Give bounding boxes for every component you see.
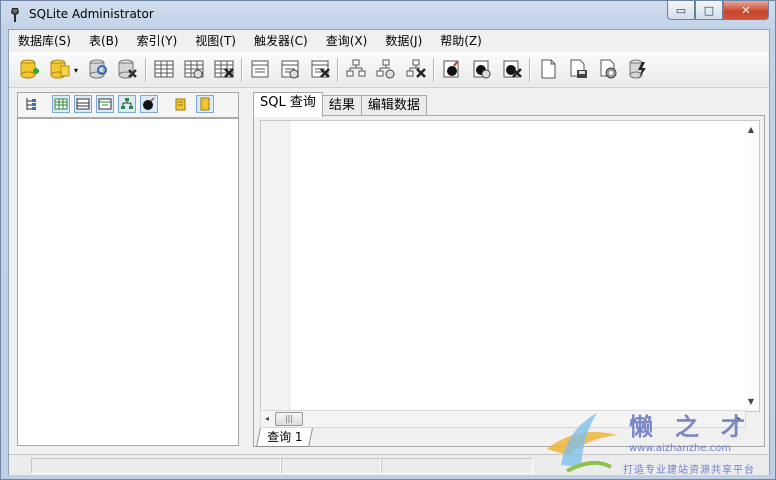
toolbar-separator — [529, 58, 531, 82]
maximize-icon: □ — [703, 3, 715, 17]
scroll-thumb[interactable]: ||| — [275, 412, 303, 426]
tab-results[interactable]: 结果 — [321, 95, 362, 116]
menu-table[interactable]: 表(B) — [80, 31, 128, 51]
hierarchy-icon[interactable] — [118, 95, 136, 113]
table-icon[interactable] — [151, 56, 177, 82]
table-grid-icon[interactable] — [52, 95, 70, 113]
scroll-up-icon[interactable]: ▲ — [743, 123, 759, 137]
settings-icon[interactable] — [595, 56, 621, 82]
trigger-edit-icon[interactable] — [469, 56, 495, 82]
status-panel-2 — [281, 458, 381, 474]
scroll-left-icon[interactable]: ◂ — [261, 412, 273, 426]
menu-query[interactable]: 查询(X) — [317, 31, 377, 51]
title-bar[interactable]: SQLite Administrator ▭ □ ✕ — [1, 1, 775, 29]
query-tab-label: 查询 1 — [267, 430, 303, 444]
menu-database[interactable]: 数据库(S) — [9, 31, 80, 51]
list-icon[interactable] — [74, 95, 92, 113]
tree-icon[interactable] — [22, 95, 40, 113]
toolbar-separator — [241, 58, 243, 82]
object-tree-panel — [17, 92, 239, 446]
view-delete-icon[interactable] — [403, 56, 429, 82]
menu-help[interactable]: 帮助(Z) — [431, 31, 491, 51]
database-refresh-icon[interactable] — [85, 56, 111, 82]
index-icon[interactable] — [247, 56, 273, 82]
window-title: SQLite Administrator — [29, 7, 154, 21]
save-icon[interactable] — [565, 56, 591, 82]
sql-editor-text[interactable] — [293, 123, 741, 139]
toolbar-separator — [433, 58, 435, 82]
line-number-gutter — [261, 121, 290, 411]
view-icon[interactable] — [343, 56, 369, 82]
chevron-down-icon[interactable]: ▾ — [74, 66, 78, 75]
index-delete-icon[interactable] — [307, 56, 333, 82]
menu-data[interactable]: 数据(J) — [376, 31, 431, 51]
tab-sql-query[interactable]: SQL 查询 — [253, 92, 323, 117]
tab-edit-data[interactable]: 编辑数据 — [360, 95, 427, 116]
vertical-scrollbar[interactable]: ▲ ▼ — [743, 121, 759, 411]
sql-icon[interactable] — [172, 95, 190, 113]
menu-view[interactable]: 视图(T) — [186, 31, 245, 51]
table-edit-icon[interactable] — [181, 56, 207, 82]
bomb-icon[interactable] — [140, 95, 158, 113]
status-panel-1 — [31, 458, 281, 474]
object-tree[interactable] — [17, 118, 239, 446]
trigger-icon[interactable] — [439, 56, 465, 82]
query-tab-1[interactable]: 查询 1 — [255, 428, 314, 447]
maximize-button[interactable]: □ — [695, 1, 723, 20]
watermark: 懒之才 www.aizhanzhe.com 打造专业建站资源共享平台 — [537, 405, 773, 479]
watermark-url: www.aizhanzhe.com — [629, 443, 732, 454]
execute-icon[interactable] — [625, 56, 651, 82]
close-button[interactable]: ✕ — [723, 1, 769, 20]
watermark-logo-icon — [547, 413, 617, 473]
watermark-slogan: 打造专业建站资源共享平台 — [623, 465, 755, 476]
database-open-icon[interactable] — [47, 56, 73, 82]
tab-strip: SQL 查询 结果 编辑数据 — [253, 92, 427, 117]
toolbar-separator — [337, 58, 339, 82]
menu-bar: 数据库(S) 表(B) 索引(Y) 视图(T) 触发器(C) 查询(X) 数据(… — [9, 30, 769, 52]
minimize-button[interactable]: ▭ — [667, 1, 695, 20]
status-panel-3 — [381, 458, 533, 474]
main-toolbar: ▾ — [9, 52, 769, 88]
table-delete-icon[interactable] — [211, 56, 237, 82]
document-icon[interactable] — [535, 56, 561, 82]
tree-toolbar — [17, 92, 239, 118]
menu-trigger[interactable]: 触发器(C) — [245, 31, 317, 51]
index-edit-icon[interactable] — [277, 56, 303, 82]
db-file-icon[interactable] — [196, 95, 214, 113]
app-logo-icon — [11, 8, 19, 22]
close-icon: ✕ — [741, 3, 751, 17]
menu-index[interactable]: 索引(Y) — [128, 31, 187, 51]
query-panel: SQL 查询 结果 编辑数据 ▲ ▼ ◂ ||| ▸ 查询 1 — [253, 92, 765, 448]
app-window: SQLite Administrator ▭ □ ✕ 数据库(S) 表(B) 索… — [0, 0, 776, 480]
watermark-title: 懒之才 — [629, 412, 767, 441]
trigger-delete-icon[interactable] — [499, 56, 525, 82]
toolbar-separator — [145, 58, 147, 82]
minimize-icon: ▭ — [675, 3, 687, 17]
sql-editor-frame: ▲ ▼ ◂ ||| ▸ 查询 1 — [253, 115, 765, 447]
view-edit-icon[interactable] — [373, 56, 399, 82]
database-new-icon[interactable] — [17, 56, 43, 82]
database-delete-icon[interactable] — [115, 56, 141, 82]
sql-editor[interactable]: ▲ ▼ — [260, 120, 760, 412]
table-edit-icon[interactable] — [96, 95, 114, 113]
